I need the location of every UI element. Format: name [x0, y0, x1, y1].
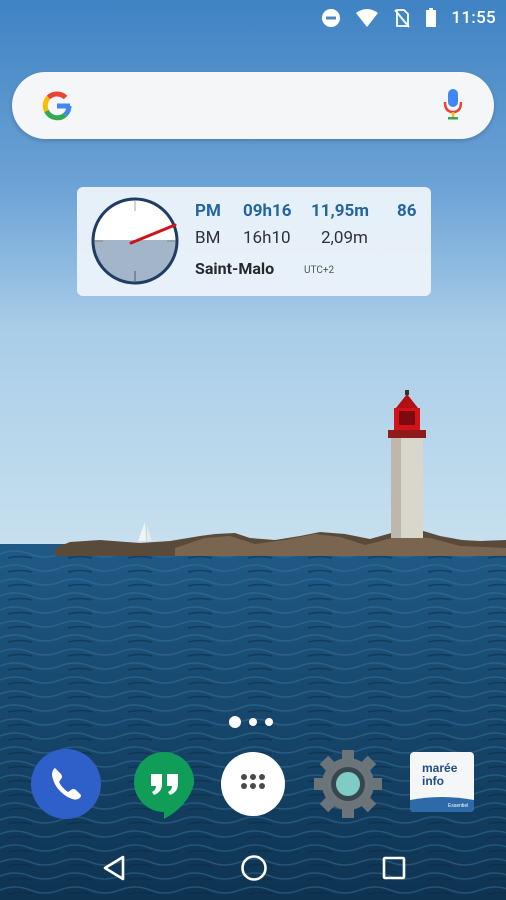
google-search-bar[interactable]: [12, 72, 494, 139]
maree-info-icon-line2: info: [422, 774, 444, 788]
clock: 11:55: [451, 8, 496, 28]
navigation-bar: [0, 834, 506, 900]
home-button[interactable]: [236, 850, 272, 886]
battery-icon: [426, 8, 437, 27]
tide-dial: [91, 197, 179, 285]
maree-info-icon[interactable]: marée info Essentiel: [406, 748, 478, 820]
high-tide-time: 09h16: [243, 201, 292, 221]
mic-icon[interactable]: [442, 88, 464, 122]
tide-coefficient: 86: [397, 201, 417, 221]
tide-widget[interactable]: PM 09h16 11,95m 86 BM 16h10 2,09m Saint-…: [77, 187, 431, 296]
wifi-icon: [356, 9, 379, 27]
high-tide-label: PM: [195, 201, 221, 221]
maree-info-icon-line1: marée: [422, 761, 458, 775]
page-dot: [249, 718, 257, 726]
app-drawer-icon[interactable]: [217, 748, 289, 820]
back-button[interactable]: [96, 850, 132, 886]
low-tide-height: 2,09m: [321, 228, 368, 248]
do-not-disturb-icon: [322, 9, 341, 27]
maree-info-badge: Essentiel: [448, 803, 468, 809]
no-sim-icon: [394, 9, 411, 28]
page-dot-active: [229, 716, 241, 728]
page-dot: [265, 718, 273, 726]
recents-icon: [382, 856, 406, 880]
settings-gear-icon[interactable]: [312, 748, 384, 820]
phone-icon[interactable]: [30, 748, 102, 820]
high-tide-height: 11,95m: [311, 201, 369, 221]
back-icon: [103, 855, 125, 881]
low-tide-time: 16h10: [243, 228, 291, 248]
hangouts-icon[interactable]: [128, 748, 200, 820]
recents-button[interactable]: [376, 850, 412, 886]
google-g-icon: [42, 91, 72, 121]
timezone-label: UTC+2: [304, 265, 335, 276]
home-icon: [241, 855, 267, 881]
low-tide-label: BM: [195, 228, 221, 248]
status-bar: 11:55: [0, 0, 506, 36]
port-name: Saint-Malo: [195, 259, 275, 278]
